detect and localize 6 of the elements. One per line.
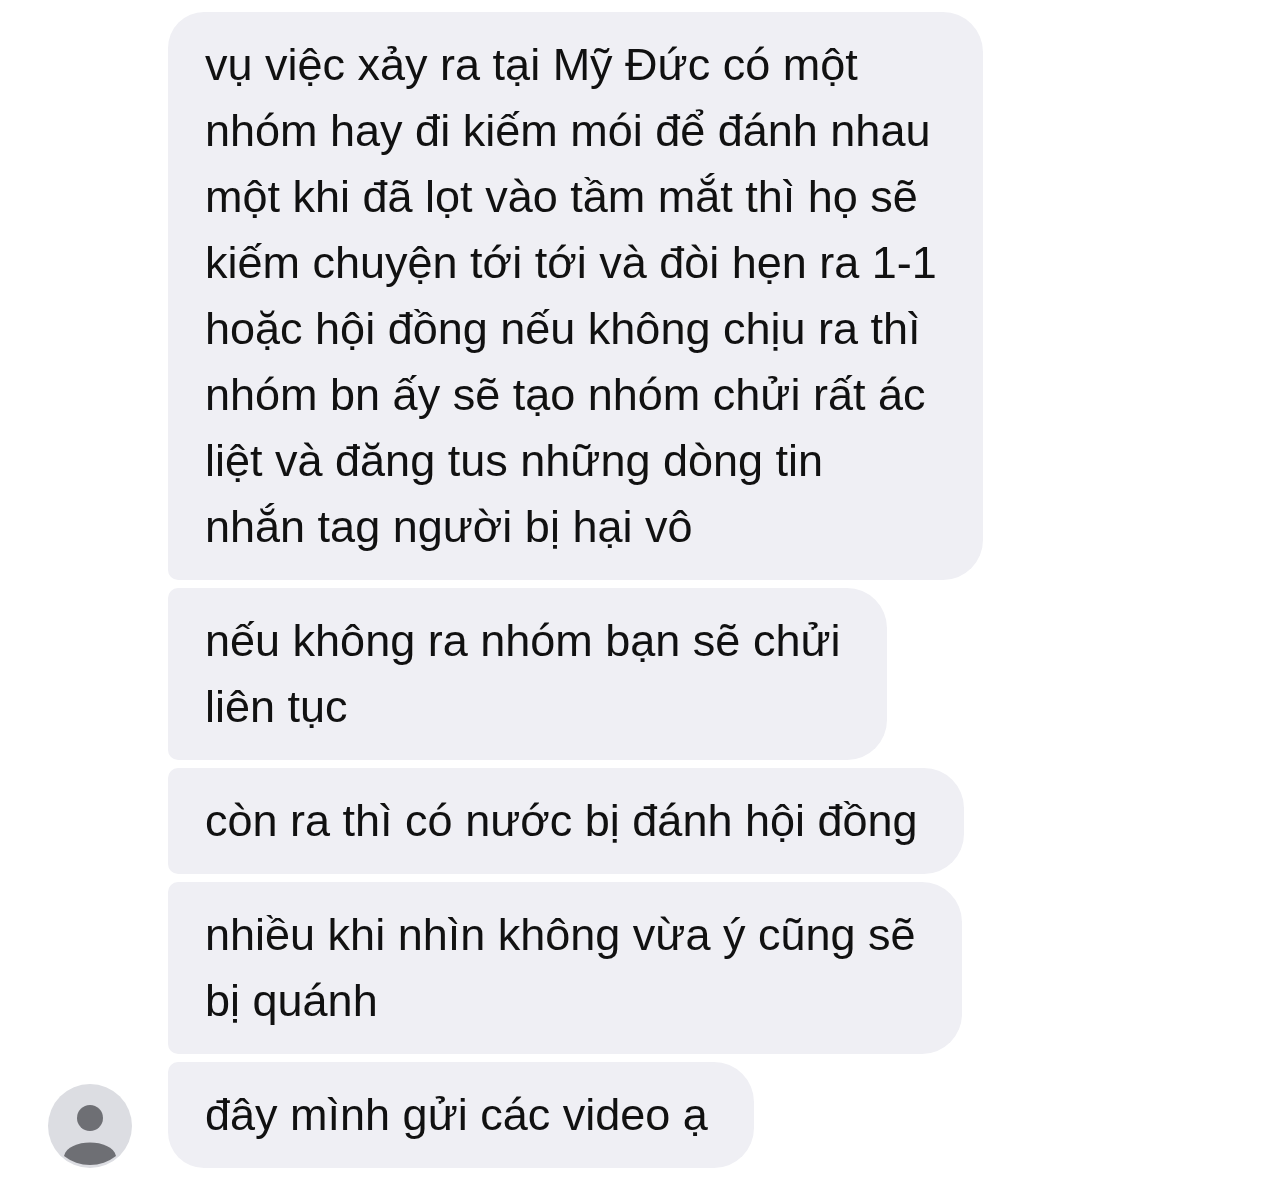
message-bubble: nhiều khi nhìn không vừa ý cũng sẽ bị quánh (168, 882, 962, 1054)
message-bubble: còn ra thì có nước bị đánh hội đồng (168, 768, 964, 874)
message-bubble: nếu không ra nhóm bạn sẽ chửi liên tục (168, 588, 887, 760)
avatar-icon (48, 1084, 132, 1168)
message-bubble: đây mình gửi các video ạ (168, 1062, 754, 1168)
message-bubble: vụ việc xảy ra tại Mỹ Đức có một nhóm hay đi kiếm mói để đánh nhau một khi đã lọt vào tầm mắt thì họ sẽ kiếm chuyện tới tới và đòi hẹn ra 1-1 hoặc hội đồng nếu không chịu ra thì nhóm bn ấy sẽ tạo nhóm chửi rất ác liệt và đăng tus những dòng tin nhắn tag người bị hại vô (168, 12, 983, 580)
